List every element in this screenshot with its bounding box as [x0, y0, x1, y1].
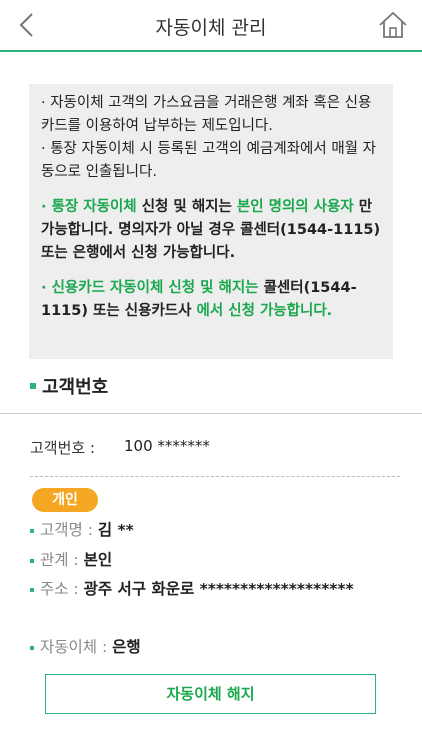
notice-highlight: 에서 신청 가능합니다.: [196, 303, 333, 319]
bullet-icon: [30, 645, 34, 650]
section-title: 고객번호: [30, 373, 108, 399]
status-badge: 개인: [32, 488, 98, 512]
app-header: 자동이체 관리: [0, 0, 422, 52]
bullet-icon: [30, 558, 34, 563]
name-value: 김 **: [97, 521, 134, 539]
notice-text: ·: [41, 199, 52, 215]
relation-label: 관계 :: [40, 551, 84, 569]
bullet-icon: [30, 528, 34, 533]
address-label: 주소 :: [40, 580, 84, 598]
notice-line-2: · 통장 자동이체 시 등록된 고객의 예금계좌에서 매월 자동으로 인출됩니다…: [41, 141, 376, 180]
autopay-row: 자동이체 : 은행: [30, 635, 141, 657]
customer-number-value: 100 *******: [124, 437, 210, 455]
divider: [0, 413, 422, 414]
notice-box: · 자동이체 고객의 가스요금을 거래은행 계좌 혹은 신용카드를 이용하여 납…: [29, 84, 393, 359]
bullet-icon: [30, 587, 34, 592]
relation-value: 본인: [83, 551, 113, 569]
customer-name-row: 고객명 : 김 **: [30, 518, 134, 540]
autopay-label: 자동이체 :: [40, 638, 113, 656]
cancel-autopay-button[interactable]: 자동이체 해지: [45, 674, 376, 714]
notice-highlight: 통장 자동이체: [51, 199, 137, 215]
autopay-value: 은행: [112, 638, 141, 656]
page-title: 자동이체 관리: [155, 17, 267, 39]
dashed-divider: [30, 476, 400, 477]
square-bullet-icon: [30, 383, 36, 389]
customer-number-label: 고객번호 :: [30, 439, 96, 457]
notice-highlight: 신용카드 자동이체 신청 및 해지는: [51, 280, 259, 296]
notice-highlight: 본인 명의의 사용자: [236, 199, 354, 215]
relation-row: 관계 : 본인: [30, 548, 112, 570]
section-title-text: 고객번호: [42, 377, 109, 398]
notice-card-autopay: · 신용카드 자동이체 신청 및 해지는 콜센터(1544-1115) 또는 신…: [41, 277, 383, 323]
notice-text: ·: [41, 280, 52, 296]
name-label: 고객명 :: [40, 521, 98, 539]
notice-bank-autopay: · 통장 자동이체 신청 및 해지는 본인 명의의 사용자 만 가능합니다. 명…: [41, 196, 383, 265]
address-row: 주소 : 광주 서구 화운로 *******************: [30, 577, 354, 599]
notice-text: 신청 및 해지는: [136, 199, 237, 215]
address-value: 광주 서구 화운로 *******************: [83, 580, 354, 598]
customer-number-row: 고객번호 : 100 *******: [30, 437, 210, 458]
home-icon[interactable]: [378, 10, 408, 40]
notice-line-1: · 자동이체 고객의 가스요금을 거래은행 계좌 혹은 신용카드를 이용하여 납…: [41, 95, 372, 134]
